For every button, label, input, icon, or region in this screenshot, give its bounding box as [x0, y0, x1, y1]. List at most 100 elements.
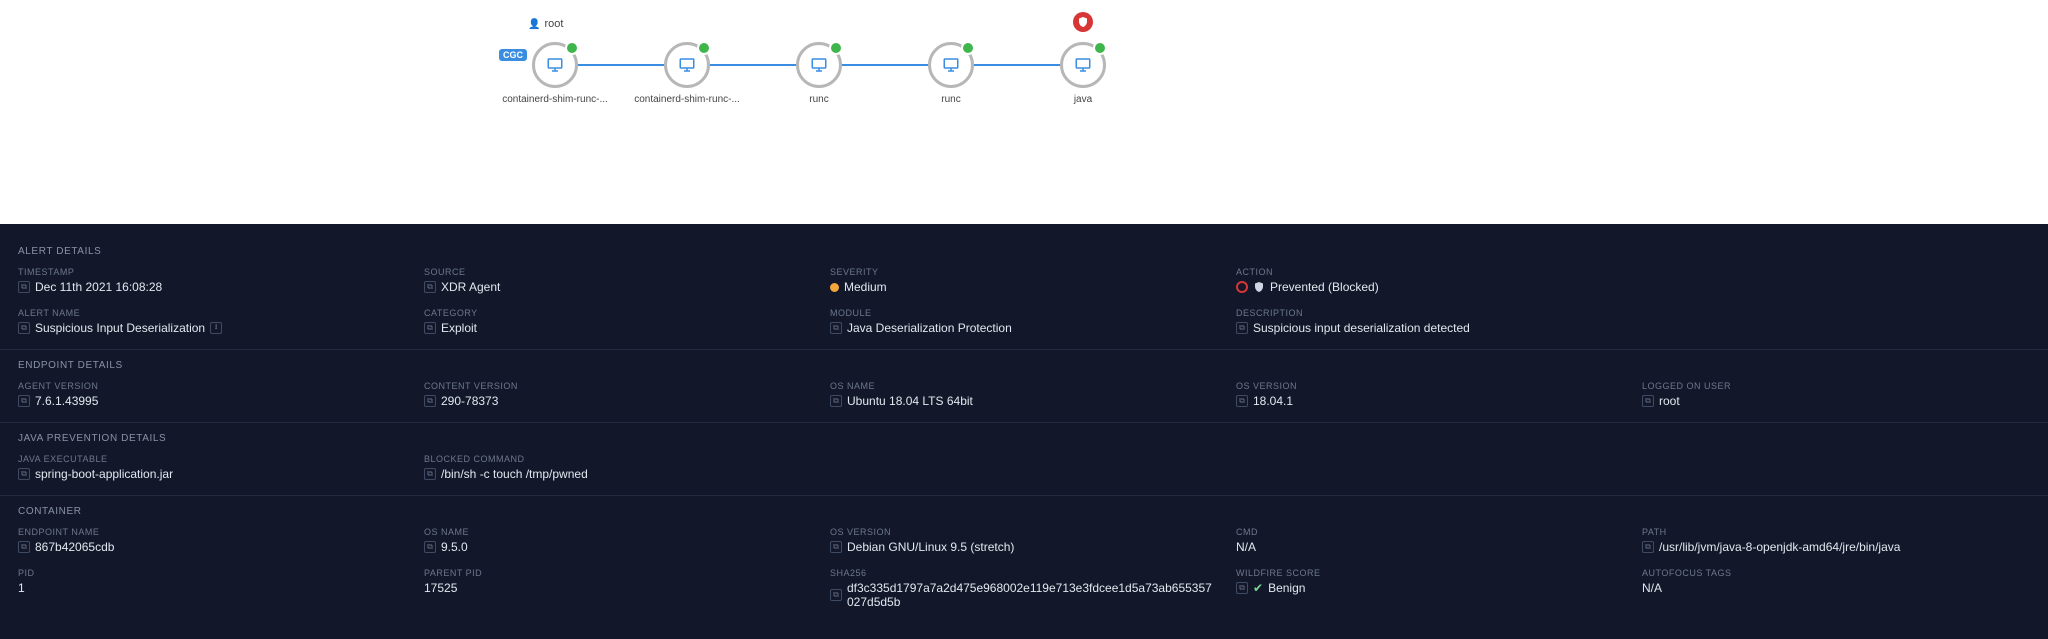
value-action: Prevented (Blocked) — [1270, 280, 1379, 294]
label-ep-os-name: OS NAME — [830, 381, 1218, 391]
process-icon — [1060, 42, 1106, 88]
process-icon — [664, 42, 710, 88]
copy-icon[interactable]: ⧉ — [830, 322, 842, 334]
field-ep-os-version: OS VERSION ⧉18.04.1 — [1236, 381, 1624, 408]
blocked-icon — [1236, 281, 1248, 293]
field-description: DESCRIPTION ⧉ Suspicious input deserializ… — [1236, 308, 1624, 335]
severity-dot-icon — [830, 283, 839, 292]
status-badge-icon — [697, 41, 711, 55]
label-logged-on-user: LOGGED ON USER — [1642, 381, 2030, 391]
copy-icon[interactable]: ⧉ — [18, 541, 30, 553]
field-ct-os-name: OS NAME ⧉9.5.0 — [424, 527, 812, 554]
field-source: SOURCE ⧉XDR Agent — [424, 267, 812, 294]
label-endpoint-name: ENDPOINT NAME — [18, 527, 406, 537]
label-category: CATEGORY — [424, 308, 812, 318]
label-timestamp: TIMESTAMP — [18, 267, 406, 277]
value-wildfire: Benign — [1268, 581, 1305, 595]
copy-icon[interactable]: ⧉ — [830, 541, 842, 553]
label-content-version: CONTENT VERSION — [424, 381, 812, 391]
copy-icon[interactable]: ⧉ — [1642, 541, 1654, 553]
process-node[interactable]: runc — [896, 42, 1006, 105]
value-description: Suspicious input deserialization detecte… — [1253, 321, 1470, 335]
value-sha256: df3c335d1797a7a2d475e968002e119e713e3fdc… — [847, 581, 1218, 609]
copy-icon[interactable]: ⧉ — [18, 395, 30, 407]
field-ct-os-version: OS VERSION ⧉Debian GNU/Linux 9.5 (stretc… — [830, 527, 1218, 554]
alert-details-row-2: ALERT NAME ⧉Suspicious Input Deserializa… — [18, 304, 2030, 345]
value-blocked-command: /bin/sh -c touch /tmp/pwned — [441, 467, 588, 481]
alert-pin-icon[interactable] — [1073, 12, 1093, 32]
status-badge-icon — [565, 41, 579, 55]
label-severity: SEVERITY — [830, 267, 1218, 277]
process-label: runc — [764, 94, 874, 105]
label-ep-os-version: OS VERSION — [1236, 381, 1624, 391]
value-source: XDR Agent — [441, 280, 500, 294]
copy-icon[interactable]: ⧉ — [424, 395, 436, 407]
field-path: PATH ⧉/usr/lib/jvm/java-8-openjdk-amd64/… — [1642, 527, 2030, 554]
field-parent-pid: PARENT PID 17525 — [424, 568, 812, 609]
process-icon: CGC — [532, 42, 578, 88]
process-icon — [796, 42, 842, 88]
value-agent-version: 7.6.1.43995 — [35, 394, 98, 408]
field-wildfire: WILDFIRE SCORE ⧉✔Benign — [1236, 568, 1624, 609]
copy-icon[interactable]: ⧉ — [18, 322, 30, 334]
status-badge-icon — [961, 41, 975, 55]
value-parent-pid: 17525 — [424, 581, 457, 595]
copy-icon[interactable]: ⧉ — [424, 468, 436, 480]
value-timestamp: Dec 11th 2021 16:08:28 — [35, 280, 162, 294]
process-label: containerd-shim-runc-... — [500, 94, 610, 105]
section-alert-details: ALERT DETAILS — [18, 246, 2030, 257]
copy-icon[interactable]: ⧉ — [830, 589, 842, 601]
status-badge-icon — [829, 41, 843, 55]
download-icon[interactable]: ⭳ — [210, 322, 222, 334]
label-wildfire: WILDFIRE SCORE — [1236, 568, 1624, 578]
label-blocked-command: BLOCKED COMMAND — [424, 454, 812, 464]
value-pid: 1 — [18, 581, 25, 595]
value-module: Java Deserialization Protection — [847, 321, 1012, 335]
process-node[interactable]: runc — [764, 42, 874, 105]
endpoint-details-row: AGENT VERSION ⧉ 7.6.1.43995 CONTENT VERSI… — [18, 377, 2030, 418]
value-severity: Medium — [844, 280, 887, 294]
copy-icon[interactable]: ⧉ — [830, 395, 842, 407]
label-pid: PID — [18, 568, 406, 578]
copy-icon[interactable]: ⧉ — [1236, 582, 1248, 594]
field-ep-os-name: OS NAME ⧉ Ubuntu 18.04 LTS 64bit — [830, 381, 1218, 408]
copy-icon[interactable]: ⧉ — [1236, 395, 1248, 407]
value-ct-os-version: Debian GNU/Linux 9.5 (stretch) — [847, 540, 1014, 554]
status-badge-icon — [1093, 41, 1107, 55]
copy-icon[interactable]: ⧉ — [424, 541, 436, 553]
process-node[interactable]: CGC containerd-shim-runc-... — [500, 42, 610, 105]
section-java-prevention: JAVA PREVENTION DETAILS — [18, 433, 2030, 444]
section-container: CONTAINER — [18, 506, 2030, 517]
process-node[interactable]: containerd-shim-runc-... — [632, 42, 742, 105]
copy-icon[interactable]: ⧉ — [1642, 395, 1654, 407]
container-row-1: ENDPOINT NAME ⧉ 867b42065cdb OS NAME ⧉9.5… — [18, 523, 2030, 564]
field-cmd: CMD N/A — [1236, 527, 1624, 554]
field-sha256: SHA256 ⧉df3c335d1797a7a2d475e968002e119e… — [830, 568, 1218, 609]
container-row-2: PID 1 PARENT PID 17525 SHA256 ⧉df3c335d1… — [18, 564, 2030, 619]
divider — [0, 422, 2048, 423]
process-graph[interactable]: root CGC containerd-shim-runc-... containe… — [0, 0, 2048, 224]
copy-icon[interactable]: ⧉ — [18, 281, 30, 293]
value-logged-on-user: root — [1659, 394, 1680, 408]
field-category: CATEGORY ⧉ Exploit — [424, 308, 812, 335]
value-content-version: 290-78373 — [441, 394, 498, 408]
process-node[interactable]: java — [1028, 42, 1138, 105]
value-category: Exploit — [441, 321, 477, 335]
label-java-executable: JAVA EXECUTABLE — [18, 454, 406, 464]
copy-icon[interactable]: ⧉ — [1236, 322, 1248, 334]
label-path: PATH — [1642, 527, 2030, 537]
copy-icon[interactable]: ⧉ — [424, 281, 436, 293]
value-cmd: N/A — [1236, 540, 1256, 554]
value-ep-os-name: Ubuntu 18.04 LTS 64bit — [847, 394, 973, 408]
label-description: DESCRIPTION — [1236, 308, 1624, 318]
field-content-version: CONTENT VERSION ⧉ 290-78373 — [424, 381, 812, 408]
process-label: runc — [896, 94, 1006, 105]
alert-details-row-1: TIMESTAMP ⧉Dec 11th 2021 16:08:28 SOURCE… — [18, 263, 2030, 304]
value-endpoint-name: 867b42065cdb — [35, 540, 114, 554]
field-endpoint-name: ENDPOINT NAME ⧉ 867b42065cdb — [18, 527, 406, 554]
details-panel: ALERT DETAILS TIMESTAMP ⧉ Dec 11th 2021 1… — [0, 224, 2048, 639]
copy-icon[interactable]: ⧉ — [18, 468, 30, 480]
copy-icon[interactable]: ⧉ — [424, 322, 436, 334]
user-label: root — [528, 18, 563, 30]
label-agent-version: AGENT VERSION — [18, 381, 406, 391]
